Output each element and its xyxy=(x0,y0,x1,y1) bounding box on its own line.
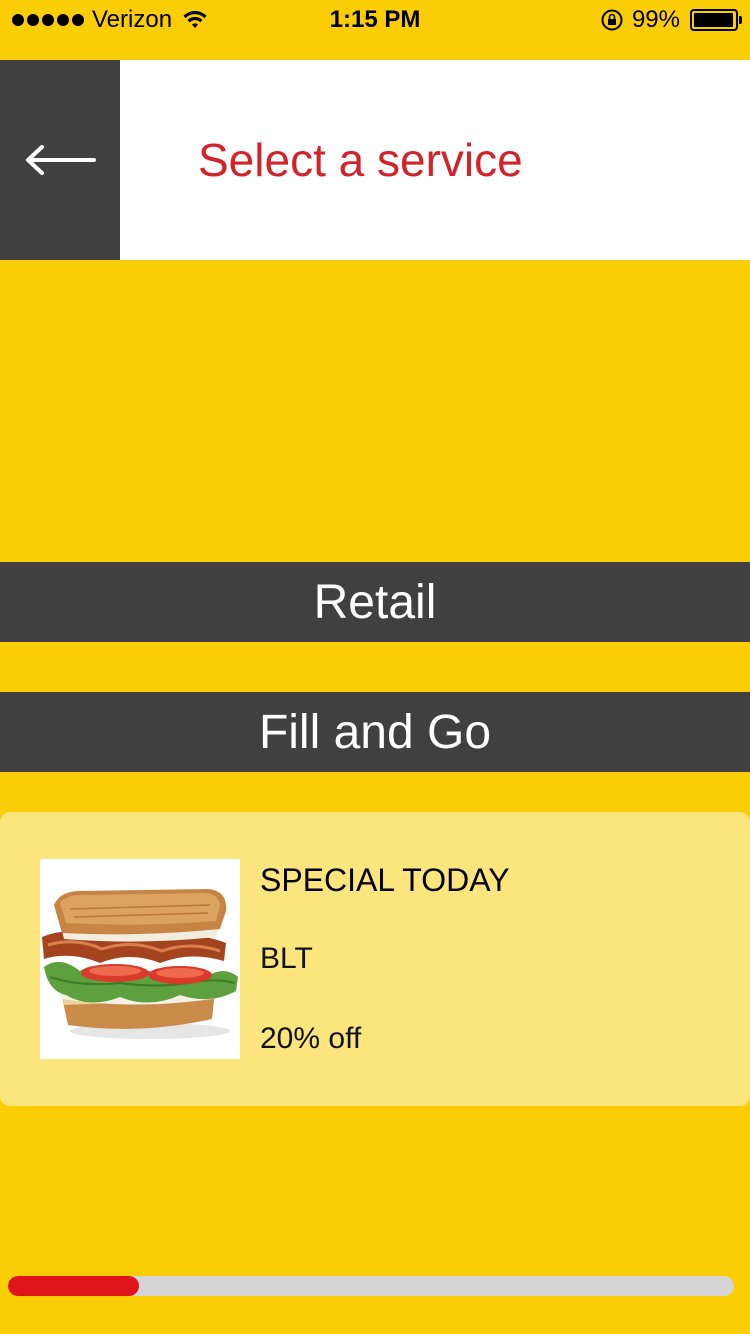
special-discount: 20% off xyxy=(260,1022,362,1055)
battery-percent: 99% xyxy=(631,6,680,33)
progress-fill xyxy=(8,1276,139,1296)
page-title: Select a service xyxy=(198,134,523,186)
fill-and-go-button[interactable]: Fill and Go xyxy=(0,692,750,772)
retail-button[interactable]: Retail xyxy=(0,562,750,642)
special-item-name: BLT xyxy=(260,942,313,975)
special-offer-card[interactable]: SPECIAL TODAY BLT 20% off xyxy=(0,812,750,1106)
rotation-lock-icon xyxy=(601,9,623,31)
header: Select a service xyxy=(0,60,750,260)
status-bar: Verizon 1:15 PM 99% xyxy=(0,0,750,40)
status-right: 99% xyxy=(600,6,742,34)
battery-icon xyxy=(690,9,742,31)
special-title: SPECIAL TODAY xyxy=(260,862,510,898)
sandwich-image xyxy=(40,859,240,1059)
back-button[interactable] xyxy=(0,60,120,260)
arrow-left-icon xyxy=(26,145,96,175)
progress-bar xyxy=(8,1276,734,1296)
